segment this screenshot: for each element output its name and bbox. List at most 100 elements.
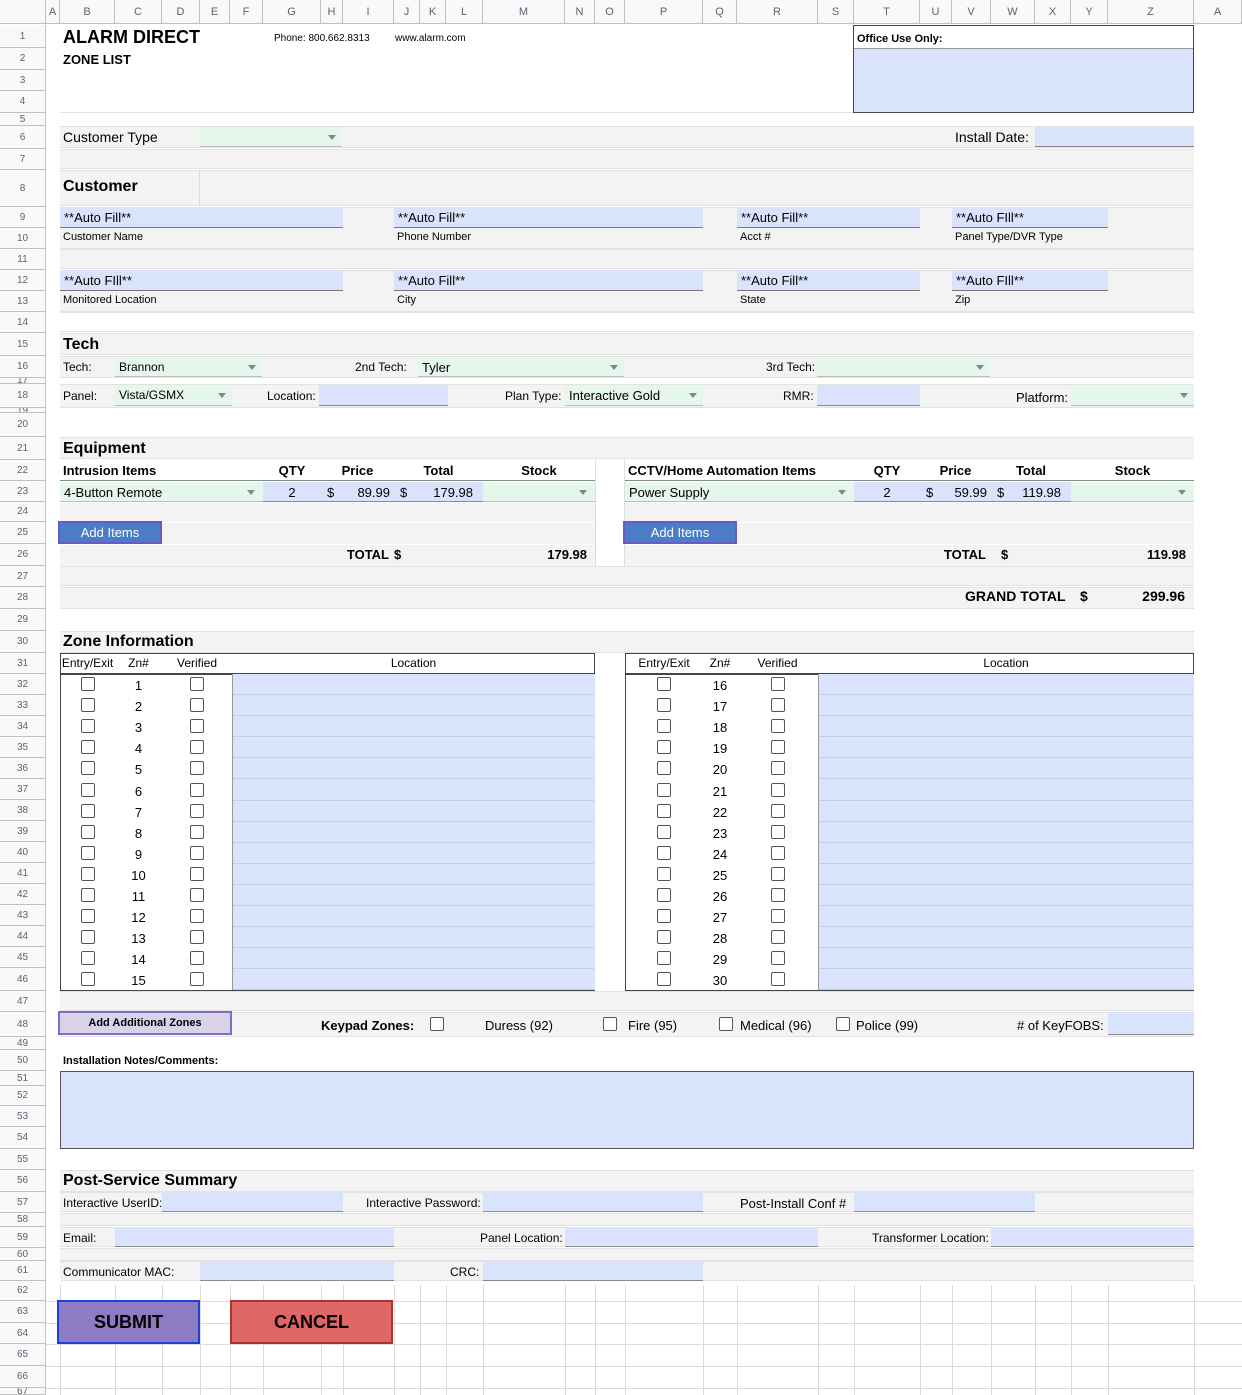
zone-location-input[interactable] <box>819 801 1193 822</box>
verified-checkbox[interactable] <box>190 677 204 691</box>
row-header[interactable]: 57 <box>0 1192 46 1213</box>
submit-button[interactable]: SUBMIT <box>57 1300 200 1344</box>
column-header[interactable]: X <box>1035 0 1071 24</box>
entry-exit-checkbox[interactable] <box>80 782 95 797</box>
row-header[interactable]: 47 <box>0 991 46 1012</box>
column-header[interactable]: N <box>565 0 595 24</box>
entry-exit-checkbox[interactable] <box>657 677 671 691</box>
verified-checkbox[interactable] <box>190 866 204 881</box>
column-header[interactable]: W <box>991 0 1035 24</box>
column-header[interactable]: T <box>854 0 920 24</box>
userid-input[interactable] <box>162 1192 343 1212</box>
entry-exit-checkbox[interactable] <box>657 824 671 839</box>
row-header[interactable]: 22 <box>0 460 46 481</box>
row-header[interactable]: 54 <box>0 1127 46 1149</box>
row-header[interactable]: 46 <box>0 968 46 991</box>
entry-exit-checkbox[interactable] <box>657 761 671 776</box>
row-header[interactable]: 6 <box>0 126 46 149</box>
verified-checkbox[interactable] <box>770 824 785 839</box>
panel-dropdown[interactable]: Vista/GSMX <box>115 385 232 406</box>
rmr-input[interactable] <box>817 385 920 406</box>
entry-exit-checkbox[interactable] <box>80 698 95 713</box>
row-header[interactable]: 40 <box>0 842 46 863</box>
zone-location-input[interactable] <box>819 843 1193 864</box>
column-header[interactable]: L <box>446 0 483 24</box>
entry-exit-checkbox[interactable] <box>657 719 671 734</box>
verified-checkbox[interactable] <box>190 951 204 966</box>
column-header[interactable]: P <box>625 0 703 24</box>
keypad-police-checkbox[interactable] <box>836 1017 850 1031</box>
column-header[interactable]: Z <box>1108 0 1194 24</box>
zone-location-input[interactable] <box>819 780 1193 801</box>
row-header[interactable]: 5 <box>0 113 46 126</box>
zone-location-input[interactable] <box>233 780 594 801</box>
verified-checkbox[interactable] <box>770 866 785 881</box>
entry-exit-checkbox[interactable] <box>80 951 95 966</box>
row-header[interactable]: 64 <box>0 1323 46 1344</box>
equipment-qty-input[interactable]: 2 <box>263 482 321 502</box>
email-input[interactable] <box>115 1227 394 1247</box>
row-header[interactable]: 10 <box>0 228 46 249</box>
row-header[interactable]: 67 <box>0 1388 46 1395</box>
verified-checkbox[interactable] <box>770 677 785 691</box>
row-header[interactable]: 29 <box>0 609 46 631</box>
entry-exit-checkbox[interactable] <box>657 951 671 966</box>
crc-input[interactable] <box>483 1261 703 1281</box>
entry-exit-checkbox[interactable] <box>657 803 671 818</box>
zone-location-input[interactable] <box>233 969 594 991</box>
verified-checkbox[interactable] <box>770 761 785 776</box>
verified-checkbox[interactable] <box>190 909 204 924</box>
verified-checkbox[interactable] <box>770 698 785 713</box>
column-header[interactable]: B <box>60 0 115 24</box>
verified-checkbox[interactable] <box>190 972 204 987</box>
zone-location-input[interactable] <box>233 716 594 738</box>
verified-checkbox[interactable] <box>190 888 204 902</box>
column-header[interactable]: O <box>595 0 625 24</box>
transformer-input[interactable] <box>991 1227 1194 1247</box>
row-header[interactable]: 18 <box>0 384 46 408</box>
entry-exit-checkbox[interactable] <box>657 740 671 755</box>
row-header[interactable]: 9 <box>0 207 46 228</box>
entry-exit-checkbox[interactable] <box>657 698 671 713</box>
row-header[interactable]: 2 <box>0 48 46 70</box>
row-header[interactable]: 58 <box>0 1213 46 1227</box>
column-header[interactable]: G <box>263 0 321 24</box>
verified-checkbox[interactable] <box>770 719 785 734</box>
verified-checkbox[interactable] <box>770 972 785 987</box>
customer-field-input[interactable]: **Auto FIll** <box>952 207 1108 228</box>
column-header[interactable]: F <box>230 0 263 24</box>
zone-location-input[interactable] <box>819 758 1193 780</box>
entry-exit-checkbox[interactable] <box>657 866 671 881</box>
column-header[interactable]: K <box>420 0 446 24</box>
row-header[interactable]: 4 <box>0 91 46 113</box>
verified-checkbox[interactable] <box>190 824 204 839</box>
column-header[interactable]: H <box>321 0 343 24</box>
row-header[interactable]: 14 <box>0 312 46 333</box>
entry-exit-checkbox[interactable] <box>657 909 671 924</box>
row-header[interactable]: 63 <box>0 1301 46 1323</box>
row-header[interactable]: 61 <box>0 1261 46 1281</box>
verified-checkbox[interactable] <box>190 761 204 776</box>
column-header[interactable]: R <box>737 0 818 24</box>
entry-exit-checkbox[interactable] <box>657 930 671 945</box>
customer-field-input[interactable]: **Auto Fill** <box>737 207 920 228</box>
row-header[interactable]: 33 <box>0 695 46 716</box>
row-header[interactable]: 45 <box>0 947 46 968</box>
equipment-stock-dropdown[interactable] <box>1071 482 1194 502</box>
column-header[interactable]: C <box>115 0 162 24</box>
verified-checkbox[interactable] <box>190 698 204 713</box>
zone-location-input[interactable] <box>233 695 594 717</box>
entry-exit-checkbox[interactable] <box>657 782 671 797</box>
verified-checkbox[interactable] <box>770 930 785 945</box>
row-header[interactable]: 7 <box>0 149 46 170</box>
location-input[interactable] <box>319 385 448 406</box>
entry-exit-checkbox[interactable] <box>80 719 95 734</box>
select-all-corner[interactable] <box>0 0 46 24</box>
verified-checkbox[interactable] <box>190 719 204 734</box>
equipment-item-dropdown[interactable]: 4-Button Remote <box>60 482 263 502</box>
column-header[interactable]: J <box>394 0 420 24</box>
post-install-conf-input[interactable] <box>854 1192 1035 1212</box>
row-header[interactable]: 36 <box>0 758 46 779</box>
row-header[interactable]: 20 <box>0 413 46 437</box>
zone-location-input[interactable] <box>819 906 1193 928</box>
